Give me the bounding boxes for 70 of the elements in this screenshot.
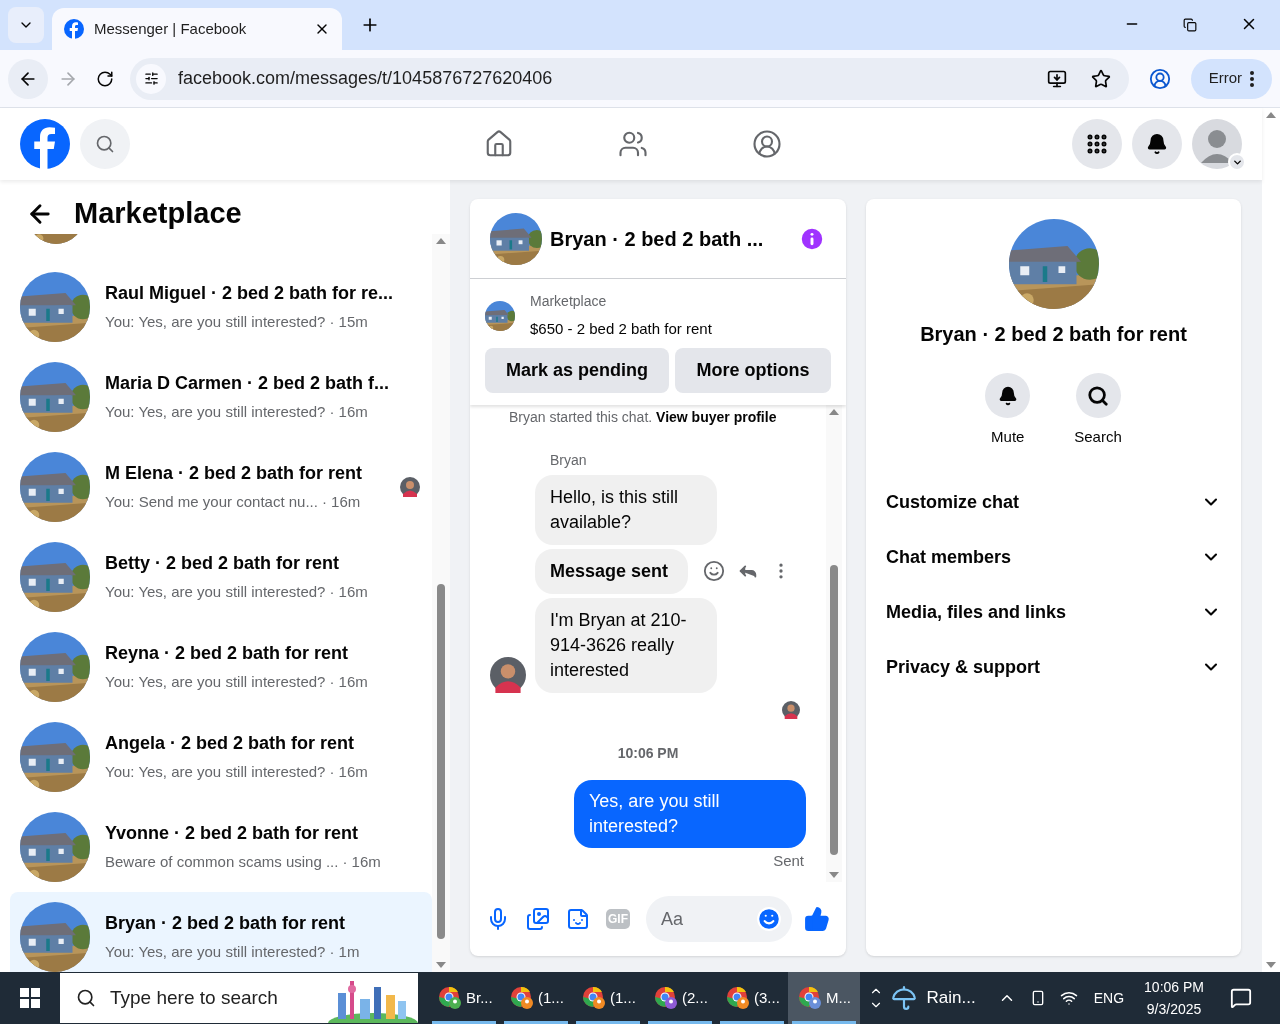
- message-bubble: Hello, is this still available?: [535, 474, 717, 545]
- taskbar-app[interactable]: (2...: [644, 972, 716, 1024]
- message-time: 10:06 PM: [617, 743, 679, 763]
- details-section[interactable]: Chat members: [886, 529, 1221, 585]
- conversation-name: Raul Miguel · 2 bed 2 bath for re...: [105, 282, 395, 306]
- conversation-preview: You: Send me your contact nu...: [105, 492, 318, 513]
- conversation-time: · 16m: [342, 852, 381, 873]
- message-input[interactable]: Aa: [661, 905, 756, 933]
- conversation-preview: You: Yes, are you still interested?: [105, 402, 326, 423]
- conversation-item[interactable]: Maria D Carmen · 2 bed 2 bath f... You: Yes, are you still interested? · 16m: [10, 352, 432, 442]
- details-section[interactable]: Privacy & support: [886, 639, 1221, 695]
- conversation-item[interactable]: Yvonne · 2 bed 2 bath for rent Beware of common scams using ... · 16m: [10, 802, 432, 892]
- conversation-preview: You: Yes, are you still interested?: [105, 582, 326, 603]
- conversation-name: Bryan · 2 bed 2 bath for rent: [105, 912, 347, 936]
- sidebar-title: Marketplace: [74, 196, 242, 232]
- message-status: Sent: [773, 850, 805, 871]
- listing-summary: $650 - 2 bed 2 bath for rent: [530, 319, 712, 339]
- details-section[interactable]: Media, files and links: [886, 584, 1221, 640]
- tab-title: Messenger | Facebook: [94, 18, 248, 39]
- conversation-item[interactable]: Raul Miguel · 2 bed 2 bath for re... You: Yes, are you still interested? · 15m: [10, 262, 432, 352]
- message-bubble: Yes, are you still interested?: [574, 779, 806, 848]
- conversation-name: Angela · 2 bed 2 bath for rent: [105, 732, 356, 756]
- weather-text[interactable]: Rain...: [926, 985, 976, 1011]
- conversation-time: · 16m: [329, 762, 368, 783]
- conversation-name: Reyna · 2 bed 2 bath for rent: [105, 642, 350, 666]
- conversation-time: · 16m: [329, 402, 368, 423]
- conversation-time: · 16m: [329, 582, 368, 603]
- conversation-name: M Elena · 2 bed 2 bath for rent: [105, 462, 364, 486]
- conversation-time: · 15m: [329, 312, 368, 333]
- listing-source: Marketplace: [530, 292, 608, 311]
- taskbar-app[interactable]: (1...: [500, 972, 572, 1024]
- browser-tab[interactable]: Messenger | Facebook: [52, 8, 342, 50]
- conversation-item[interactable]: Betty · 2 bed 2 bath for rent You: Yes, are you still interested? · 16m: [10, 532, 432, 622]
- conversation-item[interactable]: Angela · 2 bed 2 bath for rent You: Yes, are you still interested? · 16m: [10, 712, 432, 802]
- taskbar-app[interactable]: Br...: [428, 972, 500, 1024]
- sender-name: Bryan: [549, 450, 588, 470]
- message-field[interactable]: Aa: [646, 896, 792, 942]
- view-buyer-profile-link[interactable]: View buyer profile: [656, 408, 777, 425]
- conversation-time: · 1m: [329, 942, 360, 963]
- listing-action-button[interactable]: More options: [675, 347, 831, 393]
- conversation-preview: You: Yes, are you still interested?: [105, 942, 326, 963]
- conversation-name: Betty · 2 bed 2 bath for rent: [105, 552, 341, 576]
- message-bubble: Message sent: [535, 548, 689, 594]
- chat-title: Bryan · 2 bed 2 bath ...: [550, 226, 765, 252]
- conversation-time: · 16m: [329, 672, 368, 693]
- taskbar-clock[interactable]: 10:06 PM 9/3/2025: [1144, 976, 1204, 1020]
- conversation-preview: You: Yes, are you still interested?: [105, 762, 326, 783]
- conversation-item[interactable]: M Elena · 2 bed 2 bath for rent You: Send me your contact nu... · 16m: [10, 442, 432, 532]
- chat-notice: Bryan started this chat. View buyer profile: [508, 407, 778, 427]
- listing-action-button[interactable]: Mark as pending: [485, 347, 669, 393]
- conversation-name: Yvonne · 2 bed 2 bath for rent: [105, 822, 360, 846]
- taskbar-search[interactable]: Type here to search: [60, 973, 418, 1023]
- conversation-time: · 16m: [321, 492, 361, 513]
- conversation-name: Maria D Carmen · 2 bed 2 bath f...: [105, 372, 391, 396]
- taskbar-search-placeholder: Type here to search: [110, 985, 279, 1010]
- taskbar-app[interactable]: M...: [788, 972, 860, 1024]
- conversation-preview: Beware of common scams using ...: [105, 852, 339, 873]
- taskbar-app[interactable]: (3...: [716, 972, 788, 1024]
- profile-error-button[interactable]: Error: [1190, 58, 1272, 99]
- details-title: Bryan · 2 bed 2 bath for rent: [920, 322, 1187, 347]
- address-bar[interactable]: facebook.com/messages/t/1045876727620406: [130, 57, 1129, 100]
- conversation-item[interactable]: Bryan · 2 bed 2 bath for rent You: Yes, are you still interested? · 1m: [10, 892, 432, 972]
- conversation-preview: You: Yes, are you still interested?: [105, 672, 326, 693]
- details-section[interactable]: Customize chat: [886, 474, 1221, 530]
- url-text: facebook.com/messages/t/1045876727620406: [178, 67, 554, 90]
- taskbar-app[interactable]: (1...: [572, 972, 644, 1024]
- language-indicator[interactable]: ENG: [1093, 987, 1125, 1009]
- conversation-preview: You: Yes, are you still interested?: [105, 312, 326, 333]
- message-bubble: I'm Bryan at 210-914-3626 really interested: [535, 597, 717, 693]
- conversation-item[interactable]: Reyna · 2 bed 2 bath for rent You: Yes, are you still interested? · 16m: [10, 622, 432, 712]
